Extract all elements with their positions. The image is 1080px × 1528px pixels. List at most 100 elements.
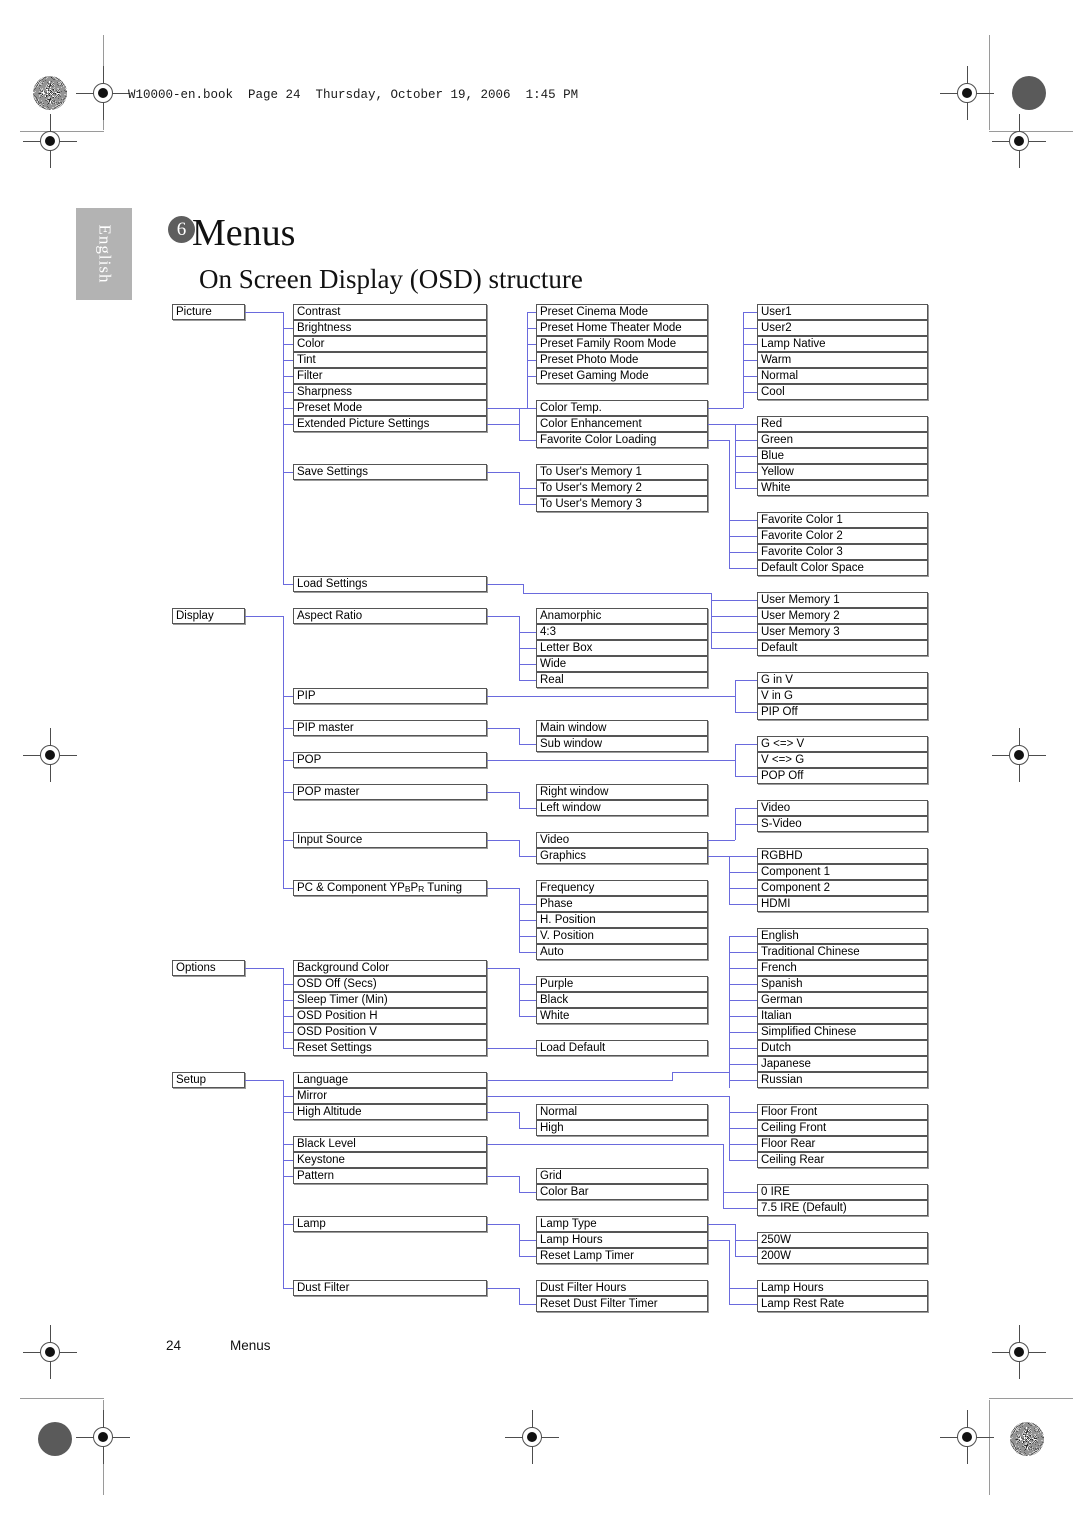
node-load-target[interactable]: Default: [757, 640, 928, 656]
node-display-item[interactable]: PIP master: [293, 720, 487, 736]
node-language-option[interactable]: Dutch: [757, 1040, 928, 1056]
node-dust-filter-option[interactable]: Dust Filter Hours: [536, 1280, 708, 1296]
node-aspect-ratio[interactable]: Anamorphic: [536, 608, 708, 624]
node-lamp-option[interactable]: Lamp Hours: [536, 1232, 708, 1248]
node-aspect-ratio[interactable]: 4:3: [536, 624, 708, 640]
node-black-level-option[interactable]: 0 IRE: [757, 1184, 928, 1200]
node-favorite-color[interactable]: Default Color Space: [757, 560, 928, 576]
node-options-item[interactable]: OSD Off (Secs): [293, 976, 487, 992]
node-tuning-option[interactable]: Phase: [536, 896, 708, 912]
node-tuning-option[interactable]: Auto: [536, 944, 708, 960]
node-input-graphics[interactable]: RGBHD: [757, 848, 928, 864]
node-favorite-color[interactable]: Favorite Color 1: [757, 512, 928, 528]
node-load-default[interactable]: Load Default: [536, 1040, 708, 1056]
node-input-video[interactable]: S-Video: [757, 816, 928, 832]
node-setup-item[interactable]: Pattern: [293, 1168, 487, 1184]
node-lamp-hours-detail[interactable]: Lamp Hours: [757, 1280, 928, 1296]
node-black-level-option[interactable]: 7.5 IRE (Default): [757, 1200, 928, 1216]
node-lamp-type-option[interactable]: 200W: [757, 1248, 928, 1264]
node-pattern-option[interactable]: Color Bar: [536, 1184, 708, 1200]
node-preset-mode[interactable]: Preset Cinema Mode: [536, 304, 708, 320]
node-aspect-ratio[interactable]: Letter Box: [536, 640, 708, 656]
node-color-enhancement[interactable]: Red: [757, 416, 928, 432]
node-color-temp[interactable]: User2: [757, 320, 928, 336]
node-color-temp[interactable]: Warm: [757, 352, 928, 368]
node-extended-setting[interactable]: Color Temp.: [536, 400, 708, 416]
node-picture-item[interactable]: Contrast: [293, 304, 487, 320]
node-input-source-option[interactable]: Video: [536, 832, 708, 848]
node-picture-item[interactable]: Sharpness: [293, 384, 487, 400]
node-language-option[interactable]: German: [757, 992, 928, 1008]
node-options-item[interactable]: Background Color: [293, 960, 487, 976]
node-pattern-option[interactable]: Grid: [536, 1168, 708, 1184]
node-display-item[interactable]: Aspect Ratio: [293, 608, 487, 624]
node-pip-option[interactable]: V in G: [757, 688, 928, 704]
node-setup-item[interactable]: Dust Filter: [293, 1280, 487, 1296]
node-display-root[interactable]: Display: [172, 608, 245, 624]
node-color-enhancement[interactable]: Blue: [757, 448, 928, 464]
node-aspect-ratio[interactable]: Wide: [536, 656, 708, 672]
node-mirror-option[interactable]: Ceiling Rear: [757, 1152, 928, 1168]
node-dust-filter-option[interactable]: Reset Dust Filter Timer: [536, 1296, 708, 1312]
node-save-target[interactable]: To User's Memory 3: [536, 496, 708, 512]
node-preset-mode[interactable]: Preset Gaming Mode: [536, 368, 708, 384]
node-setup-item[interactable]: Mirror: [293, 1088, 487, 1104]
node-picture-root[interactable]: Picture: [172, 304, 245, 320]
node-options-item[interactable]: Reset Settings: [293, 1040, 487, 1056]
node-options-item[interactable]: OSD Position H: [293, 1008, 487, 1024]
node-options-item[interactable]: Sleep Timer (Min): [293, 992, 487, 1008]
node-tuning-option[interactable]: H. Position: [536, 912, 708, 928]
node-language-option[interactable]: Traditional Chinese: [757, 944, 928, 960]
node-pop-master-option[interactable]: Left window: [536, 800, 708, 816]
node-preset-mode[interactable]: Preset Photo Mode: [536, 352, 708, 368]
node-pip-option[interactable]: PIP Off: [757, 704, 928, 720]
node-setup-item[interactable]: Language: [293, 1072, 487, 1088]
node-color-enhancement[interactable]: Yellow: [757, 464, 928, 480]
node-color-temp[interactable]: User1: [757, 304, 928, 320]
node-lamp-option[interactable]: Reset Lamp Timer: [536, 1248, 708, 1264]
node-color-enhancement[interactable]: White: [757, 480, 928, 496]
node-options-item[interactable]: OSD Position V: [293, 1024, 487, 1040]
node-color-temp[interactable]: Normal: [757, 368, 928, 384]
node-setup-item[interactable]: High Altitude: [293, 1104, 487, 1120]
node-aspect-ratio[interactable]: Real: [536, 672, 708, 688]
node-save-target[interactable]: To User's Memory 2: [536, 480, 708, 496]
node-options-root[interactable]: Options: [172, 960, 245, 976]
node-picture-item[interactable]: Filter: [293, 368, 487, 384]
node-pip-option[interactable]: G in V: [757, 672, 928, 688]
node-picture-load-settings[interactable]: Load Settings: [293, 576, 487, 592]
node-preset-mode[interactable]: Preset Home Theater Mode: [536, 320, 708, 336]
node-load-target[interactable]: User Memory 3: [757, 624, 928, 640]
node-load-target[interactable]: User Memory 1: [757, 592, 928, 608]
node-setup-item[interactable]: Keystone: [293, 1152, 487, 1168]
node-setup-item[interactable]: Lamp: [293, 1216, 487, 1232]
node-setup-item[interactable]: Black Level: [293, 1136, 487, 1152]
node-display-item[interactable]: POP master: [293, 784, 487, 800]
node-tuning-option[interactable]: V. Position: [536, 928, 708, 944]
node-lamp-hours-detail[interactable]: Lamp Rest Rate: [757, 1296, 928, 1312]
node-language-option[interactable]: Italian: [757, 1008, 928, 1024]
node-language-option[interactable]: Spanish: [757, 976, 928, 992]
node-lamp-option[interactable]: Lamp Type: [536, 1216, 708, 1232]
node-lamp-type-option[interactable]: 250W: [757, 1232, 928, 1248]
node-pip-master-option[interactable]: Main window: [536, 720, 708, 736]
node-extended-setting[interactable]: Favorite Color Loading: [536, 432, 708, 448]
node-input-graphics[interactable]: Component 2: [757, 880, 928, 896]
node-language-option[interactable]: French: [757, 960, 928, 976]
node-language-option[interactable]: Simplified Chinese: [757, 1024, 928, 1040]
node-picture-item[interactable]: Color: [293, 336, 487, 352]
node-mirror-option[interactable]: Floor Rear: [757, 1136, 928, 1152]
node-background-color[interactable]: Purple: [536, 976, 708, 992]
node-preset-mode[interactable]: Preset Family Room Mode: [536, 336, 708, 352]
node-picture-save-settings[interactable]: Save Settings: [293, 464, 487, 480]
node-load-target[interactable]: User Memory 2: [757, 608, 928, 624]
node-display-item[interactable]: POP: [293, 752, 487, 768]
node-background-color[interactable]: White: [536, 1008, 708, 1024]
node-picture-item[interactable]: Tint: [293, 352, 487, 368]
node-pop-option[interactable]: V <=> G: [757, 752, 928, 768]
node-display-item-tuning[interactable]: PC & Component YPBPR Tuning: [293, 880, 487, 896]
node-extended-setting[interactable]: Color Enhancement: [536, 416, 708, 432]
node-color-enhancement[interactable]: Green: [757, 432, 928, 448]
node-language-option[interactable]: Japanese: [757, 1056, 928, 1072]
node-pop-option[interactable]: POP Off: [757, 768, 928, 784]
